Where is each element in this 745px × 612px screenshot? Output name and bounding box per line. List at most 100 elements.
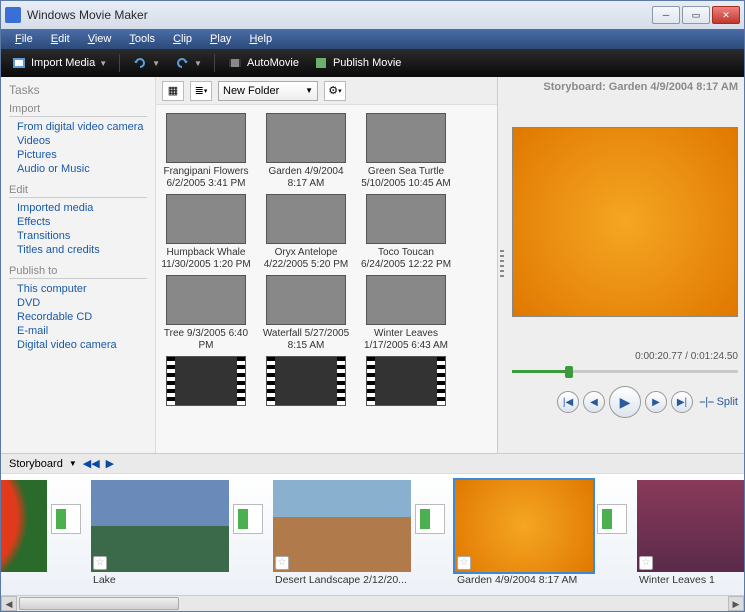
play-button[interactable]: ▶ <box>609 386 641 418</box>
collection-item[interactable]: Winter Leaves 1/17/2005 6:43 AM <box>360 275 452 352</box>
transition-slot[interactable] <box>597 474 633 534</box>
import-media-button[interactable]: Import Media ▼ <box>7 53 111 73</box>
split-button[interactable]: ⎯|⎯ Split <box>700 396 738 409</box>
clip-thumbnail: ☆ <box>91 480 229 572</box>
forward-button[interactable]: ▶ <box>645 391 667 413</box>
window-title: Windows Movie Maker <box>27 8 652 22</box>
menu-clip[interactable]: Clip <box>165 31 200 47</box>
thumbnail-caption: Green Sea Turtle 5/10/2005 10:45 AM <box>360 166 452 190</box>
folder-selector[interactable]: New Folder ▼ <box>218 81 318 101</box>
preview-title: Storyboard: Garden 4/9/2004 8:17 AM <box>512 79 738 97</box>
splitter-handle[interactable] <box>498 77 506 453</box>
tasks-link[interactable]: Pictures <box>9 148 147 162</box>
view-details-button[interactable]: ≣▾ <box>190 81 212 101</box>
storyboard-clip[interactable]: ☆erfly <box>1 474 51 588</box>
effect-indicator-icon[interactable]: ☆ <box>639 556 653 570</box>
thumbnail-caption: Waterfall 5/27/2005 8:15 AM <box>260 328 352 352</box>
thumbnail-caption: Oryx Antelope 4/22/2005 5:20 PM <box>260 247 352 271</box>
menu-tools[interactable]: Tools <box>121 31 163 47</box>
clip-caption: Winter Leaves 1 <box>637 572 744 586</box>
main-toolbar: Import Media ▼ ▼ ▼ AutoMovie Publish Mov… <box>1 49 744 77</box>
automovie-icon <box>227 55 243 71</box>
scroll-left-button[interactable]: ◀ <box>1 596 17 611</box>
thumbnail-image <box>166 194 246 244</box>
effect-indicator-icon[interactable]: ☆ <box>93 556 107 570</box>
undo-button[interactable]: ▼ <box>128 53 164 73</box>
thumbnail-image <box>366 275 446 325</box>
storyboard-header: Storyboard ▼ ◀◀ ▶ <box>1 453 744 473</box>
redo-button[interactable]: ▼ <box>170 53 206 73</box>
menu-help[interactable]: Help <box>241 31 280 47</box>
thumbnail-image <box>166 275 246 325</box>
tasks-link[interactable]: Recordable CD <box>9 310 147 324</box>
view-thumbnails-button[interactable]: ▦ <box>162 81 184 101</box>
collection-item[interactable]: Humpback Whale 11/30/2005 1:20 PM <box>160 194 252 271</box>
close-button[interactable]: ✕ <box>712 6 740 24</box>
collection-options-button[interactable]: ⚙▾ <box>324 81 346 101</box>
maximize-button[interactable]: ▭ <box>682 6 710 24</box>
tasks-link[interactable]: This computer <box>9 282 147 296</box>
storyboard-clip[interactable]: ☆ Winter Leaves 1 <box>633 474 744 588</box>
collection-item[interactable]: Green Sea Turtle 5/10/2005 10:45 AM <box>360 113 452 190</box>
tasks-link[interactable]: E-mail <box>9 324 147 338</box>
menu-edit[interactable]: Edit <box>43 31 78 47</box>
menu-file[interactable]: File <box>7 31 41 47</box>
tasks-link[interactable]: Transitions <box>9 229 147 243</box>
collection-item[interactable]: Oryx Antelope 4/22/2005 5:20 PM <box>260 194 352 271</box>
collection-item[interactable]: Garden 4/9/2004 8:17 AM <box>260 113 352 190</box>
collection-item[interactable]: Waterfall 5/27/2005 8:15 AM <box>260 275 352 352</box>
clip-thumbnail: ☆ <box>455 480 593 572</box>
menu-view[interactable]: View <box>80 31 120 47</box>
storyboard-dropdown[interactable]: ▼ <box>69 459 77 468</box>
thumbnail-caption: Toco Toucan 6/24/2005 12:22 PM <box>360 247 452 271</box>
scroll-right-button[interactable]: ▶ <box>728 596 744 611</box>
storyboard-clip[interactable]: ☆Garden 4/9/2004 8:17 AM <box>451 474 597 588</box>
collection-item[interactable] <box>160 356 252 409</box>
storyboard-rewind-button[interactable]: ◀◀ <box>83 457 100 470</box>
collection-item[interactable]: Toco Toucan 6/24/2005 12:22 PM <box>360 194 452 271</box>
prev-frame-button[interactable]: |◀ <box>557 391 579 413</box>
tasks-link[interactable]: Imported media <box>9 201 147 215</box>
menu-bar: File Edit View Tools Clip Play Help <box>1 29 744 49</box>
storyboard-label: Storyboard <box>9 458 63 470</box>
publish-movie-button[interactable]: Publish Movie <box>309 53 405 73</box>
automovie-button[interactable]: AutoMovie <box>223 53 303 73</box>
tasks-title: Tasks <box>9 83 147 97</box>
tasks-link[interactable]: Digital video camera <box>9 338 147 352</box>
storyboard-clip[interactable]: ☆Desert Landscape 2/12/20... <box>269 474 415 588</box>
collection-item[interactable]: Tree 9/3/2005 6:40 PM <box>160 275 252 352</box>
effect-indicator-icon[interactable]: ☆ <box>275 556 289 570</box>
thumbnail-image <box>366 113 446 163</box>
storyboard-play-button[interactable]: ▶ <box>106 457 114 470</box>
thumbnail-image <box>366 194 446 244</box>
collection-item[interactable]: Frangipani Flowers 6/2/2005 3:41 PM <box>160 113 252 190</box>
tasks-link[interactable]: Effects <box>9 215 147 229</box>
transition-slot[interactable] <box>233 474 269 534</box>
tasks-link[interactable]: DVD <box>9 296 147 310</box>
clip-thumbnail: ☆ <box>273 480 411 572</box>
tasks-link[interactable]: Titles and credits <box>9 243 147 257</box>
storyboard-scrollbar[interactable]: ◀ ▶ <box>1 595 744 611</box>
preview-seek-bar[interactable] <box>512 366 738 376</box>
tasks-link[interactable]: From digital video camera <box>9 120 147 134</box>
tasks-link[interactable]: Audio or Music <box>9 162 147 176</box>
minimize-button[interactable]: ─ <box>652 6 680 24</box>
transition-slot[interactable] <box>415 474 451 534</box>
next-frame-button[interactable]: ▶| <box>671 391 693 413</box>
storyboard-clip[interactable]: ☆Lake <box>87 474 233 588</box>
collection-item[interactable] <box>360 356 452 409</box>
scroll-thumb[interactable] <box>19 597 179 610</box>
collection-item[interactable] <box>260 356 352 409</box>
rewind-button[interactable]: ◀ <box>583 391 605 413</box>
window-titlebar: Windows Movie Maker ─ ▭ ✕ <box>1 1 744 29</box>
transition-slot[interactable] <box>51 474 87 534</box>
thumbnail-image <box>266 194 346 244</box>
menu-play[interactable]: Play <box>202 31 239 47</box>
collection-pane: ▦ ≣▾ New Folder ▼ ⚙▾ Frangipani Flowers … <box>156 77 498 453</box>
undo-icon <box>132 55 148 71</box>
thumbnail-image <box>166 356 246 406</box>
thumbnail-image <box>266 356 346 406</box>
publish-icon <box>313 55 329 71</box>
tasks-link[interactable]: Videos <box>9 134 147 148</box>
effect-indicator-icon[interactable]: ☆ <box>457 556 471 570</box>
